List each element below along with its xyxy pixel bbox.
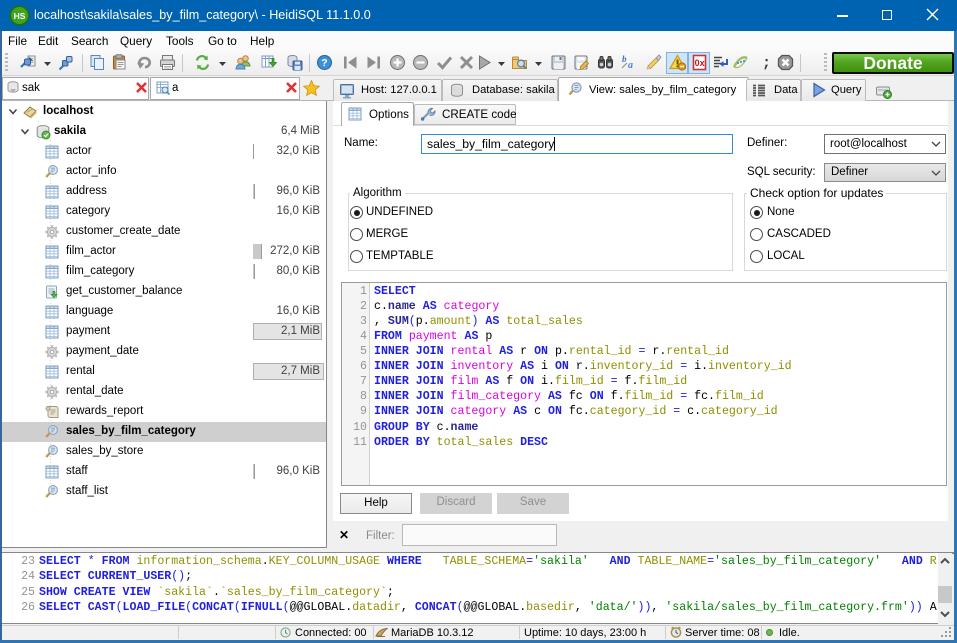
- svg-text:0x: 0x: [695, 58, 705, 68]
- svg-text:?: ?: [321, 57, 327, 69]
- svg-text:;: ;: [762, 55, 769, 71]
- svg-text:a: a: [628, 60, 633, 71]
- svg-text:b: b: [622, 54, 627, 64]
- svg-text:HS: HS: [14, 11, 26, 21]
